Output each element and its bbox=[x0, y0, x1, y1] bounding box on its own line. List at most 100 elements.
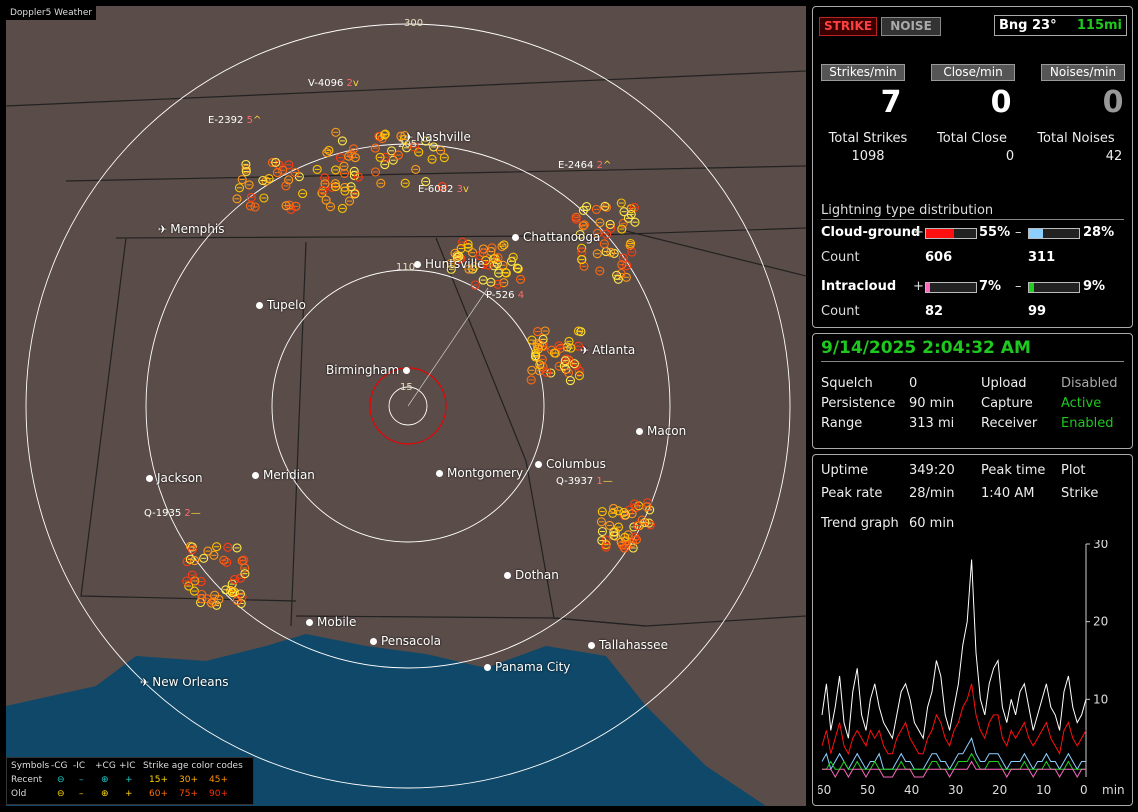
city-dot-icon bbox=[403, 367, 411, 374]
city-new-orleans: ✈ New Orleans bbox=[140, 675, 229, 689]
noises-per-min-header: Noises/min bbox=[1041, 64, 1125, 81]
ic-plus-sign: + bbox=[913, 279, 924, 294]
ic-positive-percent: 7% bbox=[979, 279, 1002, 294]
y-tick-label: 10 bbox=[1093, 692, 1108, 706]
plot-value[interactable]: Strike bbox=[1061, 486, 1098, 501]
trend-series-2 bbox=[821, 736, 1086, 771]
city-label: Columbus bbox=[546, 457, 606, 471]
pos-ic-recent-icon: + bbox=[125, 775, 133, 785]
cg-negative-percent: 28% bbox=[1083, 225, 1115, 240]
age-75: 75+ bbox=[179, 789, 198, 799]
legend-col-neg-ic: -IC bbox=[73, 761, 86, 771]
peak-rate-value: 28/min bbox=[909, 486, 955, 501]
range-label: Range bbox=[821, 416, 863, 431]
pos-ic-old-icon: + bbox=[125, 789, 133, 799]
intracloud-label: Intracloud bbox=[821, 279, 897, 294]
city-mobile: Mobile bbox=[306, 615, 356, 629]
city-dot-icon bbox=[436, 470, 443, 477]
upload-value[interactable]: Disabled bbox=[1061, 376, 1117, 391]
pos-cg-old-icon: ⊕ bbox=[101, 789, 109, 799]
storm-cell-label[interactable]: V-4096 2v bbox=[308, 78, 359, 89]
cg-negative-count: 311 bbox=[1028, 250, 1056, 265]
city-macon: Macon bbox=[636, 424, 686, 438]
storm-cell-label[interactable]: E-2392 5^ bbox=[208, 115, 261, 126]
cloud-ground-label: Cloud-ground bbox=[821, 225, 921, 240]
storm-cell-label[interactable]: Q-1935 2— bbox=[144, 508, 201, 519]
city-label: Montgomery bbox=[447, 466, 524, 480]
storm-cell-label[interactable]: P-526 4 bbox=[486, 290, 524, 301]
range-ring-label: 15 bbox=[400, 382, 413, 393]
storm-id: V-4096 bbox=[308, 78, 347, 89]
strikes-per-min-header: Strikes/min bbox=[821, 64, 905, 81]
receiver-value[interactable]: Enabled bbox=[1061, 416, 1114, 431]
legend-age-title: Strike age color codes bbox=[143, 761, 243, 771]
city-label: Birmingham bbox=[326, 363, 400, 377]
distance-value: 115mi bbox=[1076, 18, 1122, 33]
trend-graph-range[interactable]: 60 min bbox=[909, 516, 954, 531]
city-dot-icon bbox=[414, 261, 421, 268]
city-dot-icon bbox=[484, 664, 491, 671]
neg-ic-recent-icon: – bbox=[79, 775, 84, 785]
storm-id: Q-3937 bbox=[556, 476, 597, 487]
total-strikes-value: 1098 bbox=[851, 149, 885, 164]
storm-cell-label[interactable]: Q-3937 1— bbox=[556, 476, 613, 487]
city-dot-icon bbox=[535, 461, 542, 468]
city-meridian: Meridian bbox=[252, 468, 315, 482]
storm-cell-label[interactable]: E-6082 3v bbox=[418, 184, 469, 195]
airport-icon: ✈ bbox=[580, 344, 590, 357]
legend-col-pos-ic: +IC bbox=[119, 761, 136, 771]
city-huntsville: Huntsville bbox=[414, 257, 485, 271]
city-dot-icon bbox=[256, 302, 263, 309]
state-border bbox=[6, 70, 806, 107]
total-close-value: 0 bbox=[1005, 149, 1015, 164]
range-value: 313 mi bbox=[909, 416, 955, 431]
state-border bbox=[625, 230, 806, 277]
age-15: 15+ bbox=[149, 775, 168, 785]
cg-negative-bar bbox=[1028, 228, 1080, 239]
bearing-value: Bng 23° bbox=[999, 18, 1057, 33]
age-60: 60+ bbox=[149, 789, 168, 799]
city-chattanooga: Chattanooga bbox=[512, 230, 600, 244]
storm-trend-icon: ^ bbox=[602, 160, 612, 171]
city-label: Panama City bbox=[495, 660, 571, 674]
city-dot-icon bbox=[636, 428, 643, 435]
y-tick-label: 20 bbox=[1093, 615, 1108, 629]
neg-ic-old-icon: – bbox=[79, 789, 84, 799]
city-montgomery: Montgomery bbox=[436, 466, 523, 480]
strike-legend: Symbols -CG -IC +CG +IC Strike age color… bbox=[6, 757, 254, 805]
city-label: Chattanooga bbox=[523, 230, 601, 244]
city-dot-icon bbox=[306, 619, 313, 626]
divider bbox=[821, 219, 1124, 220]
persistence-label: Persistence bbox=[821, 396, 896, 411]
airport-icon: ✈ bbox=[404, 131, 414, 144]
city-jackson: Jackson bbox=[146, 471, 203, 485]
city-label: Meridian bbox=[263, 468, 315, 482]
persistence-value: 90 min bbox=[909, 396, 955, 411]
noises-per-min-value: 0 bbox=[1102, 85, 1124, 120]
city-label: Tupelo bbox=[267, 298, 306, 312]
lightning-map[interactable]: Doppler5 Weather 300 205 110 15 ✈ Nashville ✈ M… bbox=[6, 6, 806, 806]
uptime-label: Uptime bbox=[821, 463, 869, 478]
legend-col-neg-cg: -CG bbox=[51, 761, 68, 771]
neg-cg-old-icon: ⊖ bbox=[57, 789, 65, 799]
city-label: Nashville bbox=[416, 130, 471, 144]
x-tick-label: 30 bbox=[948, 783, 963, 797]
airport-icon: ✈ bbox=[140, 676, 150, 689]
upload-label: Upload bbox=[981, 376, 1027, 391]
storm-count: 4 bbox=[517, 290, 525, 301]
total-noises-value: 42 bbox=[1105, 149, 1123, 164]
noise-button[interactable]: NOISE bbox=[881, 17, 941, 36]
ic-positive-bar bbox=[925, 282, 977, 293]
legend-recent-label: Recent bbox=[11, 775, 43, 785]
city-pensacola: Pensacola bbox=[370, 634, 441, 648]
city-tupelo: Tupelo bbox=[256, 298, 306, 312]
strike-button[interactable]: STRIKE bbox=[819, 17, 877, 36]
storm-cell-label[interactable]: E-2464 2^ bbox=[558, 160, 611, 171]
capture-value[interactable]: Active bbox=[1061, 396, 1101, 411]
legend-symbols-title: Symbols bbox=[11, 761, 50, 771]
city-dot-icon bbox=[370, 638, 377, 645]
city-birmingham: Birmingham bbox=[326, 363, 414, 377]
map-canvas bbox=[6, 23, 806, 806]
current-datetime: 9/14/2025 2:04:32 AM bbox=[821, 338, 1031, 358]
storm-trend-icon: ^ bbox=[252, 115, 262, 126]
